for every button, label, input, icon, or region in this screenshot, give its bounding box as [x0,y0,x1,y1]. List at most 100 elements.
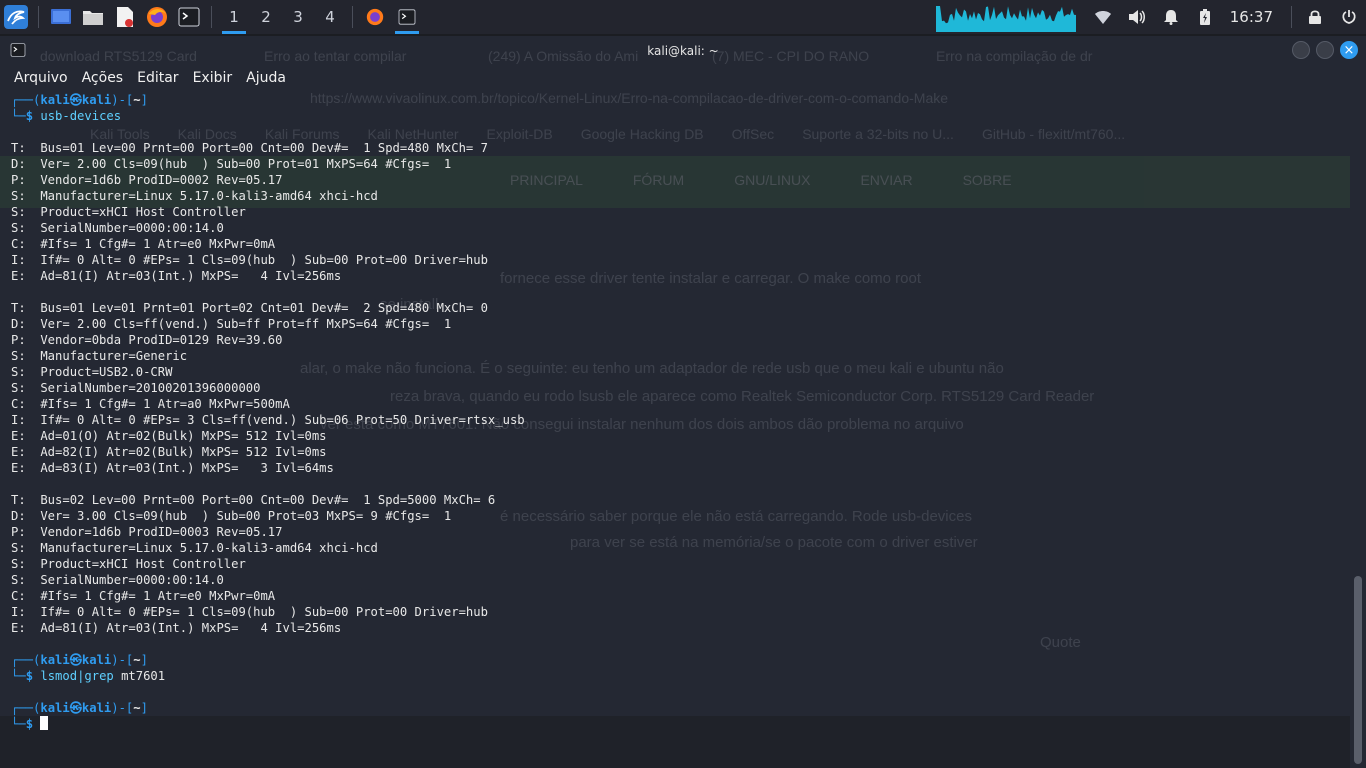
output-line: S: Manufacturer=Linux 5.17.0-kali3-amd64… [11,541,378,555]
output-line: S: Manufacturer=Linux 5.17.0-kali3-amd64… [11,189,378,203]
prompt-user-host: kali㉿kali [40,93,112,107]
power-icon [1342,10,1356,24]
battery-icon [1199,9,1210,25]
output-line: S: SerialNumber=0000:00:14.0 [11,221,224,235]
prompt-symbol: $ [25,109,41,123]
command-name: usb-devices [40,109,122,123]
window-titlebar[interactable]: kali@kali: ~ × [0,36,1366,66]
kali-menu-button[interactable] [0,0,32,34]
menu-editar[interactable]: Editar [137,70,178,86]
command-pipe: |grep [77,669,114,683]
battery-button[interactable] [1188,0,1222,34]
output-line: D: Ver= 2.00 Cls=09(hub ) Sub=00 Prot=01… [11,157,452,171]
output-line: D: Ver= 2.00 Cls=ff(vend.) Sub=ff Prot=f… [11,317,452,331]
output-line: E: Ad=81(I) Atr=03(Int.) MxPS= 4 Ivl=256… [11,269,342,283]
workspace-1[interactable]: 1 [218,0,250,34]
prompt-line: ┌──(kali㉿kali)-[~] [11,652,1350,668]
file-manager-button[interactable] [77,0,109,34]
terminal-icon [398,9,416,25]
output-line: I: If#= 0 Alt= 0 #EPs= 1 Cls=09(hub ) Su… [11,605,488,619]
terminal-window-button[interactable] [391,0,423,34]
output-line: I: If#= 0 Alt= 0 #EPs= 1 Cls=09(hub ) Su… [11,253,488,267]
output-line: T: Bus=01 Lev=01 Prnt=01 Port=02 Cnt=01 … [11,301,488,315]
text-editor-button[interactable] [109,0,141,34]
prompt-symbol: $ [25,669,41,683]
output-line: T: Bus=02 Lev=00 Prnt=00 Port=00 Cnt=00 … [11,493,496,507]
output-line: S: Product=USB2.0-CRW [11,365,173,379]
output-line: S: Manufacturer=Generic [11,349,188,363]
menu-exibir[interactable]: Exibir [193,70,233,86]
workspace-2[interactable]: 2 [250,0,282,34]
kali-dragon-icon [4,5,28,29]
command-line: └─$ lsmod|grep mt7601 [11,668,1350,684]
terminal-scrollbar[interactable] [1350,148,1366,768]
output-line: S: SerialNumber=20100201396000000 [11,381,261,395]
prompt-bracket: └─ [11,717,26,731]
firefox-window-button[interactable] [359,0,391,34]
menu-arquivo[interactable]: Arquivo [14,70,68,86]
output-line: E: Ad=01(O) Atr=02(Bulk) MxPS= 512 Ivl=0… [11,429,327,443]
prompt-bracket: ┌──( [11,653,41,667]
output-line: P: Vendor=1d6b ProdID=0002 Rev=05.17 [11,173,283,187]
minimize-button[interactable] [1292,41,1310,59]
terminal-icon [10,43,26,57]
menubar: Arquivo Ações Editar Exibir Ajuda [0,66,286,90]
prompt-bracket: ] [140,93,148,107]
prompt-bracket: └─ [11,109,26,123]
desktop-icon [51,9,71,24]
lock-screen-button[interactable] [1298,0,1332,34]
text-cursor [40,716,49,730]
terminal-window: download RTS5129 Card Erro ao tentar com… [0,36,1366,768]
lock-icon [1309,10,1321,24]
terminal-icon [178,7,200,27]
prompt-cwd: ~ [133,653,141,667]
prompt-line: ┌──(kali㉿kali)-[~] [11,700,1350,716]
wifi-button[interactable] [1086,0,1120,34]
output-line: T: Bus=01 Lev=00 Prnt=00 Port=00 Cnt=00 … [11,141,488,155]
show-desktop-button[interactable] [45,0,77,34]
power-button[interactable] [1332,0,1366,34]
command-line: └─$ [11,716,1350,732]
panel-separator [1291,6,1292,28]
output-line: E: Ad=83(I) Atr=03(Int.) MxPS= 3 Ivl=64m… [11,461,334,475]
scrollbar-thumb[interactable] [1354,576,1362,764]
prompt-bracket: ┌──( [11,701,41,715]
folder-icon [83,11,103,25]
prompt-bracket: ] [140,653,148,667]
prompt-bracket: )-[ [111,701,134,715]
workspace-4[interactable]: 4 [314,0,346,34]
output-line: S: Product=xHCI Host Controller [11,205,246,219]
command-line: └─$ usb-devices [11,108,1350,124]
output-line: E: Ad=82(I) Atr=02(Bulk) MxPS= 512 Ivl=0… [11,445,327,459]
close-button[interactable]: × [1340,41,1358,59]
prompt-line: ┌──(kali㉿kali)-[~] [11,92,1350,108]
window-title: kali@kali: ~ [647,44,719,58]
maximize-button[interactable] [1316,41,1334,59]
notifications-button[interactable] [1154,0,1188,34]
output-line: P: Vendor=1d6b ProdID=0003 Rev=05.17 [11,525,283,539]
terminal-launcher-button[interactable] [173,0,205,34]
wifi-icon [1094,11,1111,24]
system-tray: 16:37 [935,0,1366,34]
panel-separator [38,6,39,28]
firefox-launcher-button[interactable] [141,0,173,34]
menu-ajuda[interactable]: Ajuda [246,70,286,86]
workspace-3[interactable]: 3 [282,0,314,34]
prompt-user-host: kali㉿kali [40,653,112,667]
menu-acoes[interactable]: Ações [82,70,124,86]
text-editor-icon [117,7,133,27]
output-line: I: If#= 0 Alt= 0 #EPs= 3 Cls=ff(vend.) S… [11,413,525,427]
prompt-symbol: $ [25,717,41,731]
command-args: mt7601 [113,669,166,683]
prompt-bracket: )-[ [111,653,134,667]
output-line: S: SerialNumber=0000:00:14.0 [11,573,224,587]
terminal-output[interactable]: ┌──(kali㉿kali)-[~] └─$ usb-devices T: Bus=… [0,92,1350,768]
volume-button[interactable] [1120,0,1154,34]
firefox-icon [366,8,384,26]
clock[interactable]: 16:37 [1222,8,1285,26]
